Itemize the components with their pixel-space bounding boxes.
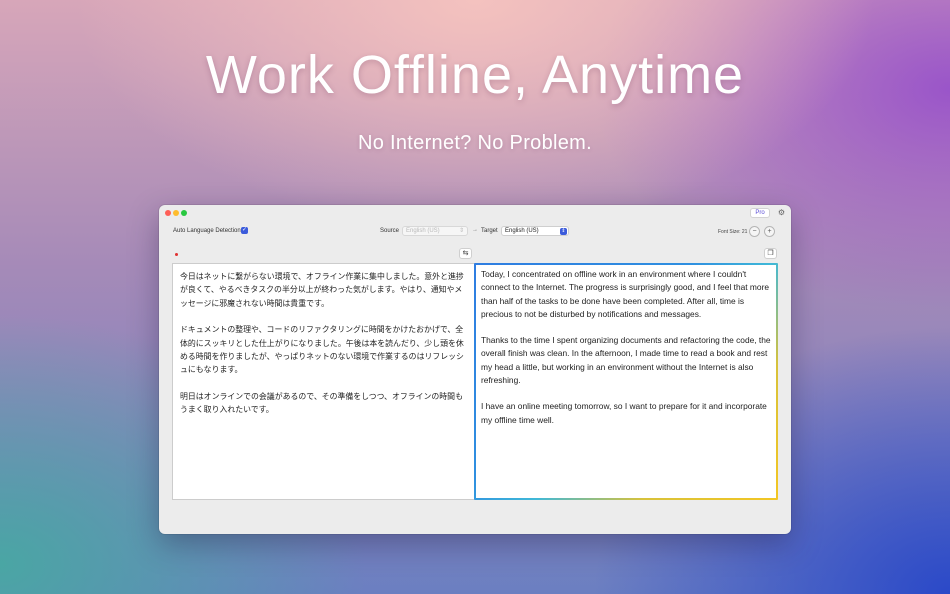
hero-subheadline: No Internet? No Problem.	[358, 132, 592, 154]
target-language-select[interactable]: English (US) ⇕	[501, 226, 569, 236]
zoom-window-button[interactable]	[181, 210, 187, 216]
translation-paragraph: Today, I concentrated on offline work in…	[481, 269, 770, 319]
status-dot	[175, 253, 178, 256]
swap-languages-button[interactable]: ⇆	[459, 248, 472, 259]
source-paragraph: 今日はネットに繋がらない環境で、オフライン作業に集中しました。意外と進捗が良くて…	[180, 272, 464, 308]
plus-icon: +	[767, 228, 772, 235]
translation-pane-border: Today, I concentrated on offline work in…	[474, 263, 778, 500]
chevron-updown-icon: ⇕	[560, 228, 567, 235]
zoom-out-button[interactable]: −	[749, 226, 760, 237]
copy-translation-button[interactable]: ❐	[764, 248, 777, 259]
swap-icon: ⇆	[462, 250, 469, 257]
hero-headline: Work Offline, Anytime	[205, 45, 745, 105]
source-text-area[interactable]: 今日はネットに繋がらない環境で、オフライン作業に集中しました。意外と進捗が良くて…	[172, 263, 475, 500]
minus-icon: −	[752, 228, 757, 235]
target-language-value: English (US)	[505, 228, 539, 234]
pro-badge[interactable]: Pro	[750, 208, 770, 218]
translation-text-area[interactable]: Today, I concentrated on offline work in…	[476, 265, 776, 498]
auto-detect-checkbox[interactable]: ✓	[241, 227, 248, 234]
auto-detect-label: Auto Language Detection	[173, 228, 241, 234]
app-window: Pro ⚙ Auto Language Detection ✓ Source E…	[159, 205, 791, 534]
source-language-value: English (US)	[406, 228, 440, 234]
minimize-window-button[interactable]	[173, 210, 179, 216]
close-window-button[interactable]	[165, 210, 171, 216]
font-size-label: Font Size: 21	[718, 229, 748, 235]
translation-paragraph: I have an online meeting tomorrow, so I …	[481, 401, 767, 425]
arrow-right-icon: →	[472, 227, 478, 233]
target-label: Target	[481, 228, 498, 234]
source-paragraph: ドキュメントの整理や、コードのリファクタリングに時間をかけたおかげで、全体的にス…	[180, 325, 464, 375]
toolbar: Auto Language Detection ✓ Source English…	[159, 225, 791, 239]
zoom-in-button[interactable]: +	[764, 226, 775, 237]
translation-paragraph: Thanks to the time I spent organizing do…	[481, 335, 771, 386]
chevron-updown-icon: ⇕	[458, 228, 464, 234]
copy-icon: ❐	[767, 250, 774, 257]
title-bar: Pro ⚙	[159, 205, 791, 221]
source-language-select[interactable]: English (US) ⇕	[402, 226, 468, 236]
source-label: Source	[380, 228, 400, 234]
gear-icon[interactable]: ⚙	[777, 208, 786, 217]
source-paragraph: 明日はオンラインでの会議があるので、その準備をしつつ、オフラインの時間もうまく取…	[180, 391, 463, 415]
